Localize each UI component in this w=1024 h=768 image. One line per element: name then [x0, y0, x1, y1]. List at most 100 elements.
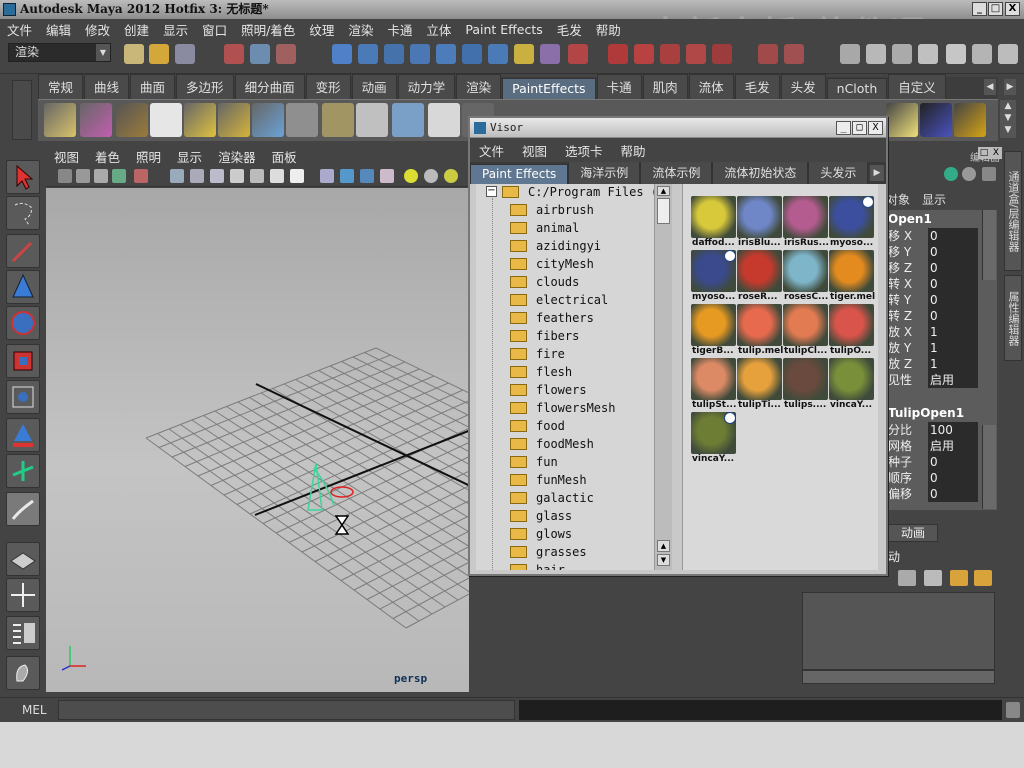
shelf-scroll-icon[interactable]: ▲ ▼ ▼ — [1000, 100, 1016, 138]
channel-value[interactable]: 启用 — [928, 438, 978, 454]
tree-folder-item[interactable]: animal — [510, 220, 579, 236]
tree-folder-item[interactable]: airbrush — [510, 202, 594, 218]
channel-value[interactable]: 0 — [928, 292, 978, 308]
menu-item-13[interactable]: 帮助 — [589, 20, 628, 39]
ipr-render-icon[interactable] — [634, 44, 654, 64]
channel-menu-object[interactable]: 对象 — [886, 191, 910, 208]
channel-value[interactable]: 0 — [928, 308, 978, 324]
shelf-tab-1[interactable]: 曲线 — [84, 74, 130, 99]
visor-close-button[interactable]: X — [868, 121, 883, 135]
shelf-tab-6[interactable]: 动画 — [351, 74, 397, 99]
channel-value[interactable]: 0 — [928, 260, 978, 276]
visor-window[interactable]: Visor _ □ X 文件 视图 选项卡 帮助 Paint Effects 海洋示例流… — [468, 116, 888, 576]
neon-icon[interactable] — [920, 103, 952, 137]
select-hierarchy-icon[interactable] — [224, 44, 244, 64]
light-linking-icon[interactable] — [712, 44, 732, 64]
shape-channel-row[interactable]: 分比 100 — [888, 422, 978, 438]
channel-row[interactable]: 见性 启用 — [888, 372, 978, 388]
shelf-tab-8[interactable]: 渲染 — [456, 74, 502, 99]
textured-icon[interactable] — [380, 169, 394, 183]
preset-thumbnail[interactable]: irisRus... — [783, 196, 829, 250]
wireframe-icon[interactable] — [320, 169, 334, 183]
lasso-tool-icon[interactable] — [6, 196, 40, 230]
tree-folder-item[interactable]: foodMesh — [510, 436, 594, 452]
paint-brush-icon[interactable] — [44, 103, 76, 137]
render-current-frame-icon[interactable] — [568, 44, 588, 64]
paint-select-tool-icon[interactable] — [6, 234, 40, 268]
tree-folder-item[interactable]: flowers — [510, 382, 587, 398]
tree-folder-item[interactable]: electrical — [510, 292, 608, 308]
share-brush-icon[interactable] — [252, 103, 284, 137]
tree-folder-item[interactable]: fire — [510, 346, 565, 362]
make-live-icon[interactable] — [436, 44, 456, 64]
paint-scene-icon[interactable] — [80, 103, 112, 137]
visor-tab-4[interactable]: 头发示 — [808, 162, 869, 184]
visor-menu-item-0[interactable]: 文件 — [470, 141, 513, 160]
tube-icon[interactable] — [886, 103, 918, 137]
preset-thumbnail[interactable]: irisBlu... — [737, 196, 782, 250]
rotate-tool-icon[interactable] — [6, 306, 40, 340]
camera-attributes-icon[interactable] — [76, 169, 90, 183]
visor-maximize-button[interactable]: □ — [852, 121, 867, 135]
layer-editor-icon[interactable] — [918, 44, 938, 64]
convert-polygon-icon[interactable] — [322, 103, 354, 137]
bookmark-icon[interactable] — [94, 169, 108, 183]
menu-item-9[interactable]: 卡通 — [380, 20, 419, 39]
preset-thumbnail[interactable]: vincaY... — [829, 358, 874, 412]
shelf-tab-5[interactable]: 变形 — [305, 74, 351, 99]
snap-view-plane-icon[interactable] — [410, 44, 430, 64]
shape-channel-row[interactable]: 顺序 0 — [888, 470, 978, 486]
minimize-button[interactable]: _ — [972, 2, 987, 16]
tree-folder-item[interactable]: cityMesh — [510, 256, 594, 272]
shelf-tab-11[interactable]: 肌肉 — [642, 74, 688, 99]
history-icon[interactable] — [462, 44, 482, 64]
hypershade-layout-icon[interactable] — [6, 656, 40, 690]
animation-layer-2-icon[interactable] — [974, 570, 992, 586]
channel-value[interactable]: 0 — [928, 486, 978, 502]
preset-thumbnail[interactable]: tulipO... — [829, 304, 874, 358]
shelf-tab-7[interactable]: 动力学 — [397, 74, 456, 99]
shape-name[interactable]: TulipOpen1 — [888, 406, 964, 420]
open-scene-icon[interactable] — [149, 44, 169, 64]
channel-row[interactable]: 转 Z 0 — [888, 308, 978, 324]
viewport-menu-item-2[interactable]: 照明 — [128, 147, 169, 166]
field-chart-icon[interactable] — [250, 169, 264, 183]
curve-to-stroke-icon[interactable] — [218, 103, 250, 137]
select-component-icon[interactable] — [276, 44, 296, 64]
preset-thumbnail[interactable]: roseR... — [737, 250, 782, 304]
chevron-down-icon[interactable]: ▼ — [96, 44, 110, 61]
visor-minimize-button[interactable]: _ — [836, 121, 851, 135]
tree-folder-item[interactable]: clouds — [510, 274, 579, 290]
visor-tab-1[interactable]: 海洋示例 — [568, 162, 641, 184]
single-perspective-layout-icon[interactable] — [6, 542, 40, 576]
close-button[interactable]: X — [1005, 2, 1020, 16]
shelf-tab-4[interactable]: 细分曲面 — [234, 74, 305, 99]
channel-scrollbar-bottom[interactable] — [982, 425, 996, 509]
tree-folder-item[interactable]: hair — [510, 562, 565, 570]
grid-toggle-icon[interactable] — [170, 169, 184, 183]
menu-item-12[interactable]: 毛发 — [550, 20, 589, 39]
command-language-label[interactable]: MEL — [22, 703, 47, 717]
render-view-icon[interactable] — [608, 44, 628, 64]
visor-tab-2[interactable]: 流体示例 — [640, 162, 713, 184]
shelf-tabs-prev-icon[interactable]: ◀ — [984, 79, 996, 95]
channel-value[interactable]: 1 — [928, 356, 978, 372]
preset-thumbnail[interactable]: myoso... — [691, 250, 736, 304]
layer-list[interactable] — [802, 592, 995, 670]
channel-row[interactable]: 移 Y 0 — [888, 244, 978, 260]
menu-item-8[interactable]: 渲染 — [341, 20, 380, 39]
visor-title-bar[interactable]: Visor _ □ X — [470, 118, 886, 138]
visor-menu-item-3[interactable]: 帮助 — [612, 141, 655, 160]
safe-title-icon[interactable] — [290, 169, 304, 183]
shelf-tab-13[interactable]: 毛发 — [734, 74, 780, 99]
preset-thumbnail[interactable]: tulipCl... — [783, 304, 828, 358]
preset-thumbnail[interactable]: rosesC... — [783, 250, 828, 304]
channel-value[interactable]: 100 — [928, 422, 978, 438]
tree-folder-item[interactable]: flesh — [510, 364, 572, 380]
all-lights-icon[interactable] — [424, 169, 438, 183]
shelf-tab-10[interactable]: 卡通 — [596, 74, 642, 99]
panel-layout-icon[interactable] — [972, 44, 992, 64]
channel-row[interactable]: 转 Y 0 — [888, 292, 978, 308]
wireframe-on-shaded-icon[interactable] — [360, 169, 374, 183]
universal-manipulator-icon[interactable] — [6, 380, 40, 414]
